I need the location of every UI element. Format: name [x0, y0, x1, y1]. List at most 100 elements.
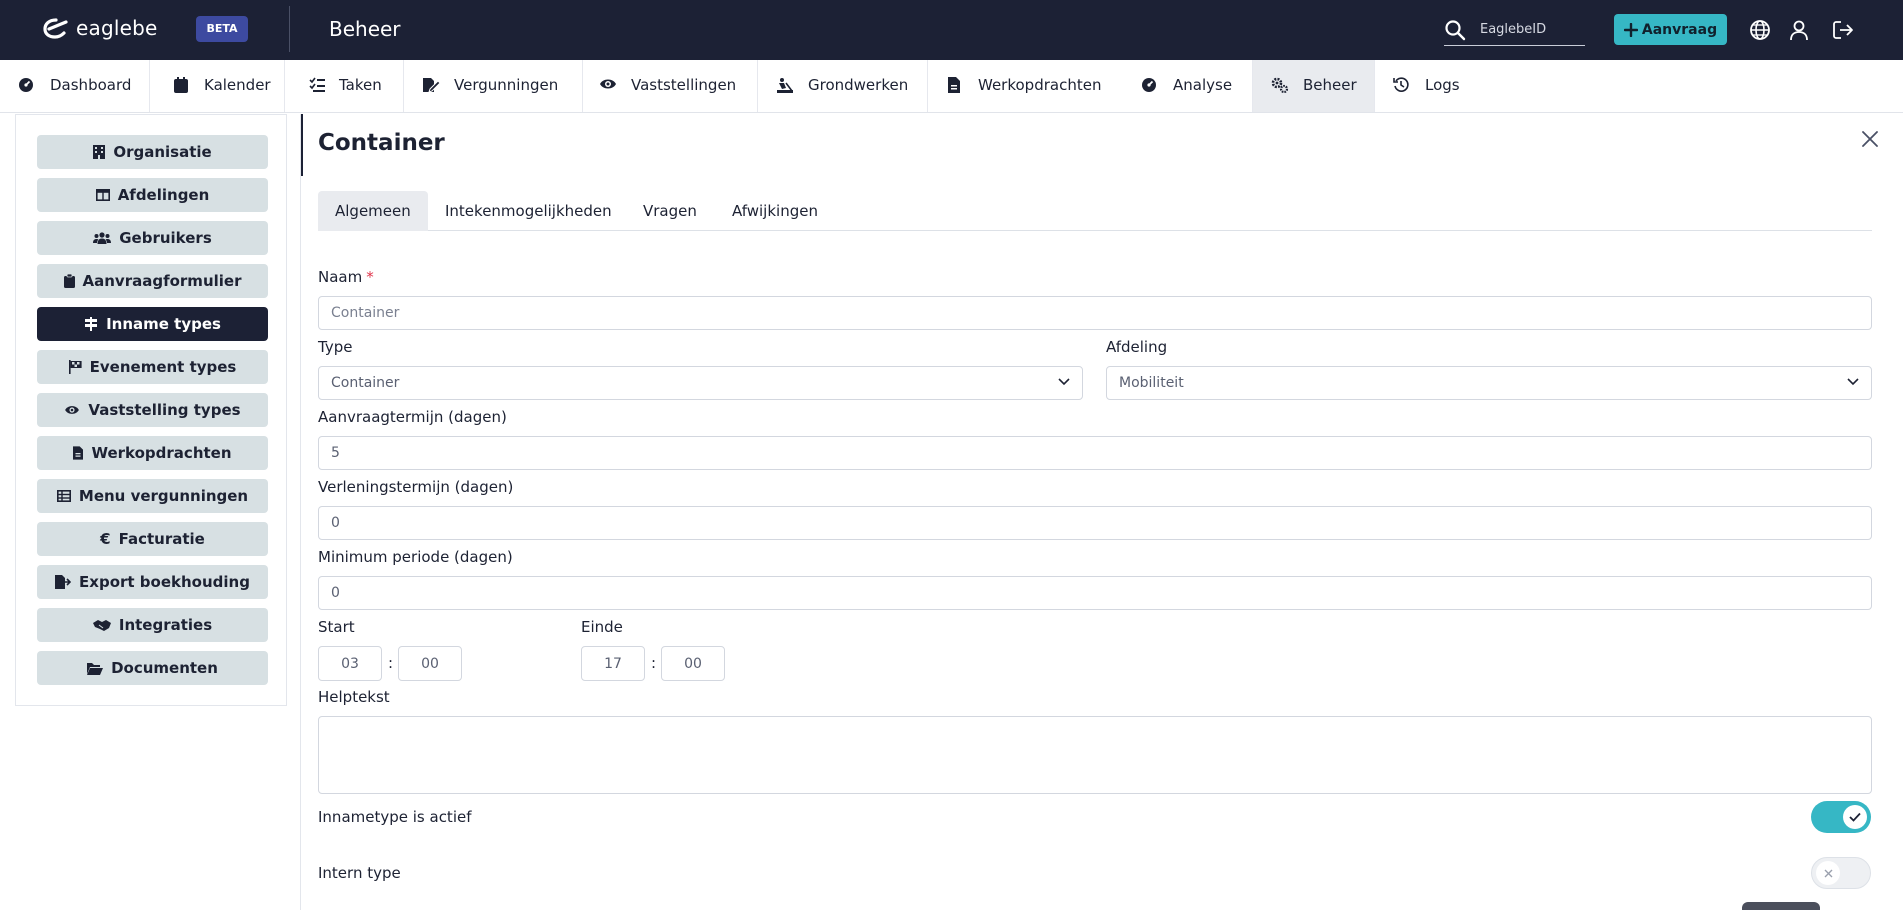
minimum-periode-value: 0	[331, 585, 340, 601]
intern-type-toggle[interactable]	[1811, 857, 1871, 889]
verleningstermijn-input[interactable]: 0	[318, 506, 1872, 540]
toggle-knob	[1816, 861, 1840, 885]
globe-icon[interactable]	[1749, 19, 1771, 41]
minimum-periode-input[interactable]: 0	[318, 576, 1872, 610]
calendar-icon	[174, 77, 188, 93]
search-box	[1444, 14, 1585, 46]
gears-icon	[1271, 77, 1289, 93]
afdeling-select[interactable]: Mobiliteit	[1106, 366, 1872, 400]
sidebar-item-label: Gebruikers	[119, 229, 212, 247]
sidebar-item-label: Menu vergunningen	[78, 487, 249, 505]
start-hour-input[interactable]: 03	[318, 646, 382, 681]
nav-item-analyse[interactable]: Analyse	[1125, 60, 1253, 112]
nav-item-grondwerken[interactable]: Grondwerken	[758, 60, 928, 112]
verleningstermijn-label: Verleningstermijn (dagen)	[318, 478, 514, 496]
sidebar-item-organisatie[interactable]: Organisatie	[37, 135, 268, 169]
user-icon[interactable]	[1788, 19, 1810, 41]
history-icon	[1393, 77, 1409, 93]
permit-icon	[422, 77, 440, 93]
nav-label: Kalender	[204, 76, 271, 94]
file-export-icon	[55, 575, 72, 589]
nav-item-logs[interactable]: Logs	[1375, 60, 1470, 112]
gauge-icon	[1141, 77, 1157, 93]
naam-input[interactable]: Container	[318, 296, 1872, 330]
edit-panel: Container Algemeen Intekenmogelijkheden …	[300, 114, 1888, 910]
start-minute-input[interactable]: 00	[398, 646, 462, 681]
aanvraagtermijn-label: Aanvraagtermijn (dagen)	[318, 408, 507, 426]
nav-item-vergunningen[interactable]: Vergunningen	[404, 60, 583, 112]
einde-minute-input[interactable]: 00	[661, 646, 725, 681]
logo-mark-icon	[42, 16, 70, 40]
tab-afwijkingen[interactable]: Afwijkingen	[732, 191, 818, 231]
logo[interactable]: eaglebe	[42, 16, 158, 40]
gauge-icon	[18, 77, 34, 93]
tab-algemeen[interactable]: Algemeen	[318, 191, 428, 231]
naam-label-text: Naam	[318, 268, 363, 286]
admin-sidebar: Organisatie Afdelingen Gebruikers Aanvra…	[15, 114, 287, 706]
nav-label: Vaststellingen	[631, 76, 737, 94]
aanvraagtermijn-input[interactable]: 5	[318, 436, 1872, 470]
type-select[interactable]: Container	[318, 366, 1083, 400]
actief-toggle[interactable]	[1811, 801, 1871, 833]
clipboard-icon	[63, 274, 75, 288]
check-icon	[1849, 812, 1861, 822]
logout-icon[interactable]	[1832, 19, 1854, 41]
sidebar-item-afdelingen[interactable]: Afdelingen	[37, 178, 268, 212]
eye-icon	[599, 77, 617, 91]
sidebar-item-label: Vaststelling types	[88, 401, 241, 419]
panel-accent	[301, 114, 303, 176]
sidebar-item-integraties[interactable]: Integraties	[37, 608, 268, 642]
tab-vragen[interactable]: Vragen	[643, 191, 697, 231]
sidebar-item-documenten[interactable]: Documenten	[37, 651, 268, 685]
sidebar-item-aanvraagformulier[interactable]: Aanvraagformulier	[37, 264, 268, 298]
sidebar-item-facturatie[interactable]: € Facturatie	[37, 522, 268, 556]
naam-label: Naam *	[318, 268, 374, 286]
nav-item-beheer[interactable]: Beheer	[1253, 60, 1375, 112]
table-icon	[56, 490, 71, 502]
plus-icon	[1623, 22, 1638, 37]
save-button[interactable]	[1742, 902, 1820, 910]
panel-title: Container	[318, 130, 445, 156]
nav-label: Grondwerken	[808, 76, 909, 94]
sidebar-item-werkopdrachten[interactable]: Werkopdrachten	[37, 436, 268, 470]
nav-item-kalender[interactable]: Kalender	[150, 60, 285, 112]
top-bar: eaglebe BETA Beheer Aanvraag	[0, 0, 1903, 60]
verleningstermijn-value: 0	[331, 515, 340, 531]
main-nav: Dashboard Kalender Taken Vergunningen Va…	[0, 60, 1903, 113]
intern-type-label: Intern type	[318, 864, 401, 882]
sidebar-item-export-boekhouding[interactable]: Export boekhouding	[37, 565, 268, 599]
sidebar-item-inname-types[interactable]: Inname types	[37, 307, 268, 341]
close-icon[interactable]	[1862, 131, 1878, 147]
afdeling-label: Afdeling	[1106, 338, 1168, 356]
panel-tabs: Algemeen Intekenmogelijkheden Vragen Afw…	[318, 191, 1872, 231]
nav-label: Analyse	[1173, 76, 1233, 94]
sidebar-item-menu-vergunningen[interactable]: Menu vergunningen	[37, 479, 268, 513]
search-icon[interactable]	[1444, 19, 1466, 41]
start-label: Start	[318, 618, 355, 636]
helptekst-textarea[interactable]	[318, 716, 1872, 794]
flag-icon	[68, 360, 82, 374]
add-aanvraag-label: Aanvraag	[1641, 21, 1718, 38]
sidebar-item-label: Aanvraagformulier	[82, 272, 242, 290]
nav-item-taken[interactable]: Taken	[285, 60, 404, 112]
einde-hour-input[interactable]: 17	[581, 646, 645, 681]
sidebar-item-label: Documenten	[111, 659, 218, 677]
sidebar-item-evenement-types[interactable]: Evenement types	[37, 350, 268, 384]
users-icon	[93, 232, 112, 244]
nav-label: Werkopdrachten	[978, 76, 1102, 94]
sidebar-item-gebruikers[interactable]: Gebruikers	[37, 221, 268, 255]
type-label: Type	[318, 338, 353, 356]
search-input[interactable]	[1480, 22, 1585, 37]
handshake-icon	[92, 619, 111, 631]
header-divider	[289, 6, 290, 52]
tab-intekenmogelijkheden[interactable]: Intekenmogelijkheden	[445, 191, 612, 231]
nav-item-dashboard[interactable]: Dashboard	[0, 60, 150, 112]
sidebar-item-vaststelling-types[interactable]: Vaststelling types	[37, 393, 268, 427]
add-aanvraag-button[interactable]: Aanvraag	[1614, 14, 1727, 45]
type-value: Container	[331, 375, 400, 391]
logo-text: eaglebe	[76, 16, 158, 40]
nav-item-vaststellingen[interactable]: Vaststellingen	[583, 60, 758, 112]
table-icon	[95, 189, 110, 201]
afdeling-value: Mobiliteit	[1119, 375, 1184, 391]
actief-label: Innametype is actief	[318, 808, 472, 826]
